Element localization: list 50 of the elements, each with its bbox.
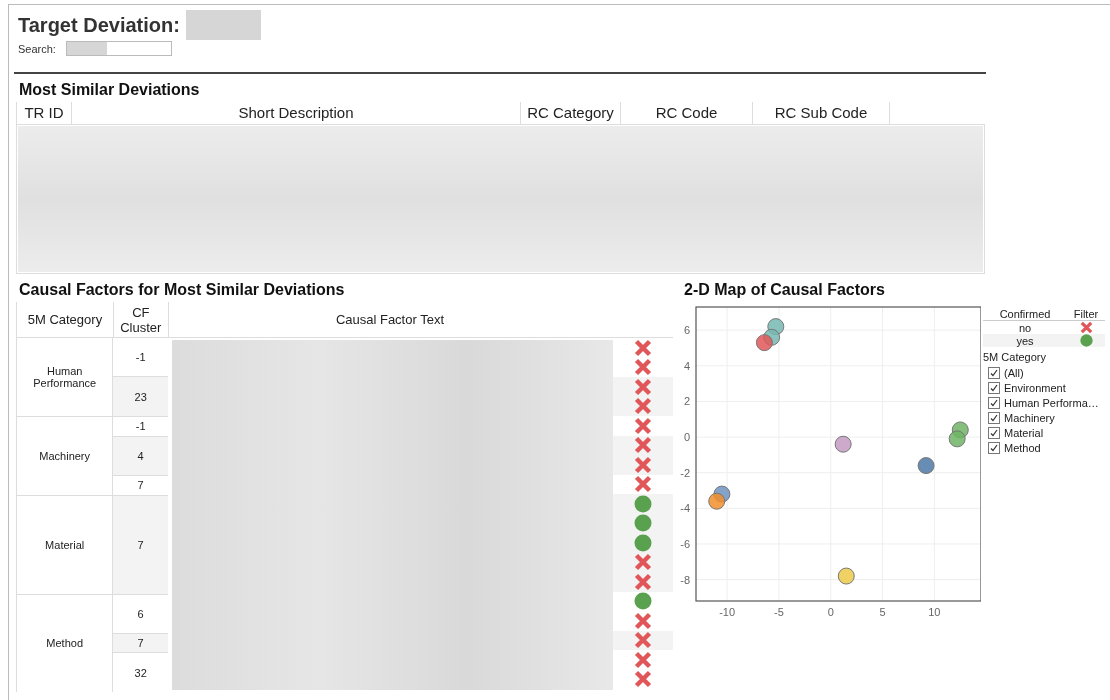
search-label: Search: — [18, 42, 56, 55]
table-cell: 32 — [134, 666, 147, 679]
axis-tick-label: -10 — [719, 606, 736, 618]
axis-tick-label: -4 — [680, 502, 690, 515]
checkbox-label[interactable]: Machinery — [1004, 411, 1055, 424]
axis-tick-label: 10 — [928, 606, 941, 618]
table-cell: 7 — [137, 479, 144, 492]
axis-tick-label: 0 — [827, 606, 834, 618]
axis-tick-label: -2 — [680, 466, 690, 479]
legend-label: no — [1017, 321, 1033, 334]
checkbox-label[interactable]: Human Performa… — [1004, 396, 1099, 409]
legend-label: yes — [1015, 334, 1035, 347]
axis-tick-label: 5 — [879, 606, 886, 618]
column-header: RC Code — [620, 102, 752, 124]
axis-tick-label: 4 — [683, 359, 690, 372]
table-cell: 7 — [137, 636, 144, 649]
table-cell: 23 — [134, 390, 147, 403]
column-header: RC Sub Code — [752, 102, 889, 124]
table-cell-text: Machinery — [38, 450, 92, 462]
table-cell: 4 — [137, 449, 144, 462]
axis-tick-label: 2 — [683, 395, 690, 408]
axis-tick-label: 0 — [683, 431, 690, 444]
column-header: CF Cluster — [112, 302, 168, 337]
legend-header: Confirmed — [998, 308, 1052, 320]
column-header: Short Description — [71, 102, 520, 124]
legend-header: Filter — [1072, 308, 1100, 320]
table-cell: -1 — [135, 420, 146, 433]
section-title: Most Similar Deviations — [18, 80, 201, 100]
checkbox-label[interactable]: Environment — [1004, 381, 1066, 394]
column-header: Causal Factor Text — [167, 302, 612, 337]
column-header: 5M Category — [16, 302, 113, 337]
checkbox-label[interactable]: (All) — [1004, 366, 1024, 379]
filter-title: 5M Category — [983, 351, 1047, 363]
axis-tick-label: -6 — [680, 538, 690, 550]
axis-tick-label: -5 — [774, 606, 784, 618]
table-cell: 6 — [137, 607, 144, 620]
column-header: TR ID — [16, 102, 71, 124]
axis-tick-label: -8 — [680, 573, 690, 586]
page-title: Target Deviation: — [18, 13, 180, 37]
column-header: RC Category — [520, 102, 620, 124]
chart-title: 2-D Map of Causal Factors — [683, 280, 886, 300]
checkbox-label[interactable]: Material — [1004, 426, 1044, 439]
checkbox-label[interactable]: Method — [1004, 441, 1041, 454]
table-cell: -1 — [135, 351, 146, 363]
axis-tick-label: 6 — [683, 324, 690, 337]
table-cell-text: Method — [45, 637, 84, 650]
table-cell-text: Human Performance — [32, 365, 98, 389]
section-title: Causal Factors for Most Similar Deviations — [18, 280, 346, 300]
table-cell-text: Material — [44, 538, 86, 551]
table-cell: 7 — [137, 538, 144, 551]
